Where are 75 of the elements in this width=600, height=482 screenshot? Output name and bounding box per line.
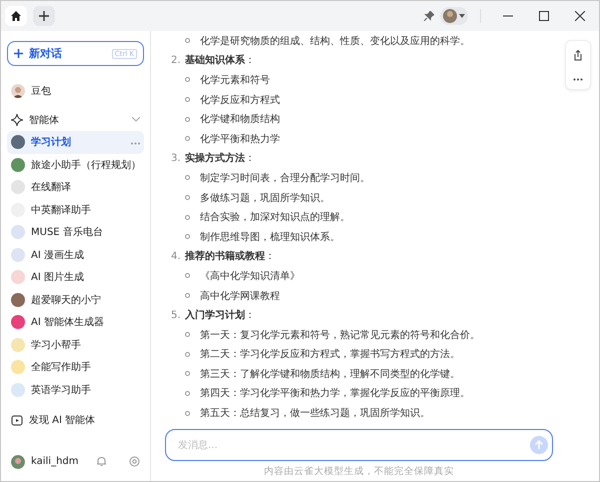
agent-item[interactable]: AI 图片生成 — [7, 266, 144, 288]
agent-item[interactable]: 中英翻译助手 — [7, 198, 144, 221]
tab[interactable] — [33, 6, 55, 26]
list-item-text: 第一天：复习化学元素和符号，熟记常见元素的符号和化合价。 — [200, 328, 480, 342]
list-item-text: 化学是研究物质的组成、结构、性质、变化以及应用的科学。 — [200, 34, 470, 48]
section-header[interactable]: 智能体 — [7, 108, 144, 131]
bullet-icon — [185, 293, 190, 298]
list-item-text: 第三天：了解化学键和物质结构，理解不同类型的化学键。 — [200, 368, 460, 381]
list-item-text: 《高中化学知识清单》 — [200, 270, 300, 283]
list-item-text: 第二天：学习化学反应和方程式，掌握书写方程式的方法。 — [200, 348, 460, 362]
bullet-icon — [185, 97, 190, 102]
share-icon[interactable] — [573, 50, 583, 60]
section-heading: 实操方式方法： — [185, 151, 255, 166]
home-icon — [11, 11, 21, 21]
plus-icon — [14, 49, 23, 58]
agent-item[interactable]: 学习计划 — [7, 131, 144, 154]
list-item-text: 化学元素和符号 — [200, 74, 270, 87]
list-item-text: 化学平衡和热力学 — [200, 132, 280, 146]
caret-icon — [459, 14, 465, 18]
user-avatar-icon — [11, 454, 25, 469]
pin-icon[interactable] — [424, 11, 434, 21]
agent-item[interactable]: 超爱聊天的小宁 — [7, 288, 144, 311]
message-field[interactable]: 发消息... — [165, 429, 553, 461]
list-item-text: 第四天：学习化学平衡和热力学，掌握化学反应的平衡原理。 — [200, 386, 470, 400]
agent-item[interactable]: 学习小帮手 — [7, 334, 144, 356]
chat-item[interactable]: 豆包 — [7, 80, 144, 102]
bullet-icon — [185, 352, 190, 357]
agent-item[interactable]: AI 智能体生成器 — [7, 311, 144, 334]
plus-icon — [39, 11, 49, 21]
discover-agents-link[interactable]: 发现 AI 智能体 — [7, 409, 144, 432]
user-name: kaili_hdm — [31, 456, 79, 468]
section-heading: 基础知识体系： — [185, 54, 255, 68]
play-card-icon — [11, 414, 23, 426]
list-item-text: 化学反应和方程式 — [200, 94, 280, 107]
disclaimer-text: 内容由云雀大模型生成，不能完全保障真实 — [264, 464, 454, 478]
agent-item[interactable]: 旅途小助手（行程规划） — [7, 154, 144, 176]
account-button[interactable] — [440, 7, 468, 25]
list-item-text: 化学键和物质结构 — [200, 112, 280, 126]
bullet-icon — [185, 175, 190, 180]
list-item-text: 制定学习时间表，合理分配学习时间。 — [200, 172, 370, 185]
list-item-text: 结合实验，加深对知识点的理解。 — [200, 210, 350, 224]
bullet-icon — [185, 77, 190, 82]
bullet-icon — [185, 234, 190, 240]
section-heading: 入门学习计划： — [185, 308, 255, 322]
agent-item[interactable]: 全能写作助手 — [7, 356, 144, 378]
bullet-icon — [185, 410, 190, 416]
agent-item[interactable]: MUSE 音乐电台 — [7, 221, 144, 244]
bullet-icon — [185, 371, 190, 376]
bullet-icon — [185, 390, 190, 396]
agent-item[interactable]: AI 漫画生成 — [7, 244, 144, 266]
bullet-icon — [185, 332, 190, 338]
list-number: 2. — [171, 54, 182, 66]
message-input[interactable]: 发消息... — [176, 438, 530, 452]
list-item-text: 第五天：总结复习，做一些练习题，巩固所学知识。 — [200, 406, 430, 420]
bullet-icon — [185, 195, 190, 200]
list-item-text: 高中化学网课教程 — [200, 290, 280, 303]
list-item-text: 制作思维导图，梳理知识体系。 — [200, 230, 340, 244]
bullet-icon — [185, 273, 190, 278]
list-number: 4. — [171, 250, 182, 262]
more-icon[interactable] — [573, 78, 583, 80]
settings-icon[interactable] — [129, 456, 140, 468]
tab[interactable] — [5, 6, 27, 26]
bell-icon[interactable] — [96, 456, 107, 468]
section-heading: 推荐的书籍或教程： — [185, 250, 275, 264]
avatar-icon — [11, 84, 25, 98]
list-number: 5. — [171, 310, 182, 321]
agent-item[interactable]: 英语学习助手 — [7, 378, 144, 401]
list-number: 3. — [171, 152, 182, 164]
agent-item[interactable]: 在线翻译 — [7, 176, 144, 198]
bullet-icon — [185, 214, 190, 220]
bullet-icon — [185, 116, 190, 122]
list-item-text: 多做练习题，巩固所学知识。 — [200, 192, 330, 205]
bullet-icon — [185, 38, 190, 44]
bullet-icon — [185, 136, 190, 142]
sparkle-icon — [11, 114, 23, 126]
